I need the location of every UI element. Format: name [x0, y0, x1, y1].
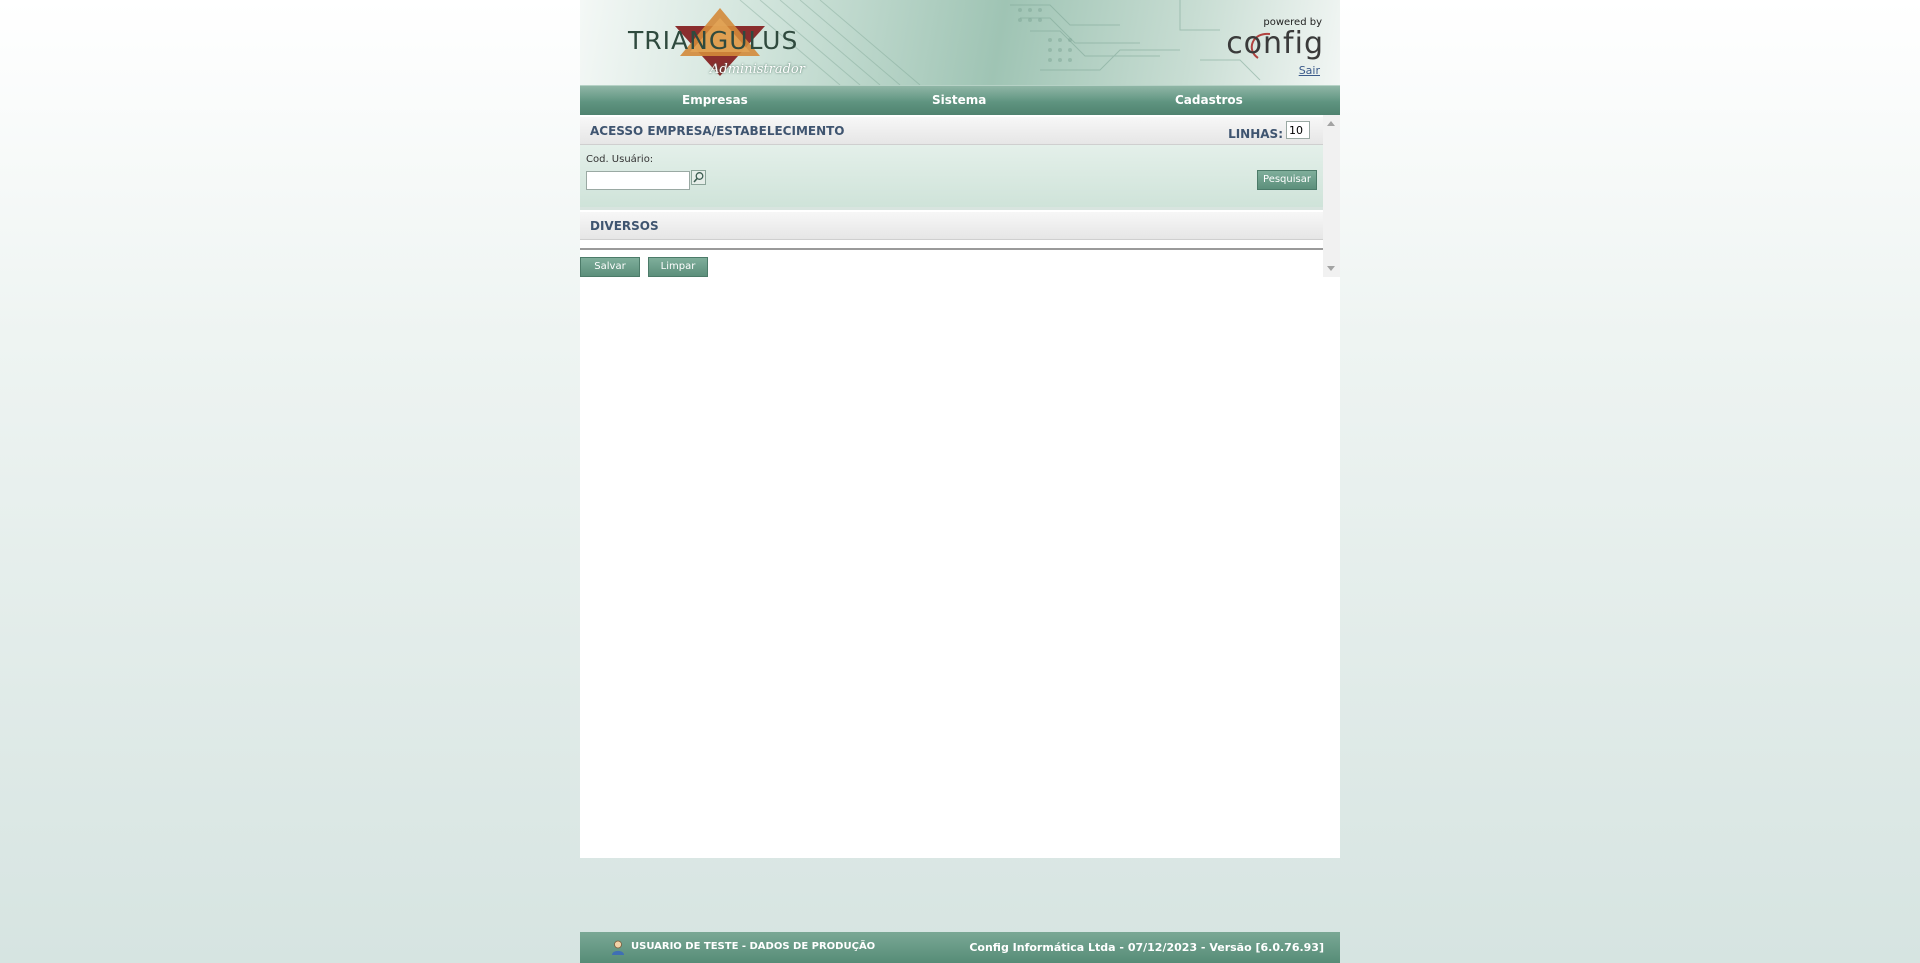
misc-section-title: DIVERSOS [590, 219, 659, 233]
nav-item-sistema[interactable]: Sistema [932, 93, 986, 107]
logo-title: TRIANGULUS [628, 26, 799, 55]
scroll-up-icon[interactable] [1327, 121, 1335, 126]
user-code-label: Cod. Usuário: [586, 154, 654, 165]
main-nav: Empresas Sistema Cadastros [580, 85, 1340, 115]
user-code-input[interactable] [586, 171, 690, 190]
app-header: TRIANGULUS Administrador powered by conf… [580, 0, 1340, 85]
page-container: TRIANGULUS Administrador powered by conf… [580, 0, 1340, 963]
app-footer: USUARIO DE TESTE - DADOS DE PRODUÇÃO Con… [580, 932, 1340, 963]
footer-user-info: USUARIO DE TESTE - DADOS DE PRODUÇÃO [631, 941, 876, 952]
lookup-search-icon[interactable] [691, 170, 706, 185]
filter-panel: Cod. Usuário: Pesquisar [580, 145, 1323, 210]
access-section-title: ACESSO EMPRESA/ESTABELECIMENTO [590, 124, 845, 138]
search-button[interactable]: Pesquisar [1257, 170, 1317, 190]
nav-item-empresas[interactable]: Empresas [682, 93, 748, 107]
nav-item-cadastros[interactable]: Cadastros [1175, 93, 1243, 107]
footer-version-info: Config Informática Ltda - 07/12/2023 - V… [969, 941, 1324, 954]
save-button[interactable]: Salvar [580, 257, 640, 277]
vertical-scrollbar[interactable] [1323, 115, 1340, 277]
clear-button[interactable]: Limpar [648, 257, 708, 277]
rows-label: LINHAS: [1228, 127, 1283, 141]
triangulus-logo: TRIANGULUS Administrador [625, 8, 825, 80]
user-icon [612, 940, 624, 955]
scroll-down-icon[interactable] [1327, 266, 1335, 271]
logout-link[interactable]: Sair [1299, 64, 1320, 77]
divider [580, 248, 1323, 250]
content-area: ACESSO EMPRESA/ESTABELECIMENTO LINHAS: C… [580, 115, 1340, 858]
misc-section-header[interactable]: DIVERSOS [580, 212, 1323, 240]
access-section-header: ACESSO EMPRESA/ESTABELECIMENTO LINHAS: [580, 117, 1323, 145]
config-brand-logo: config [1226, 26, 1324, 61]
rows-input[interactable] [1286, 121, 1310, 139]
logo-subtitle: Administrador [710, 62, 805, 77]
